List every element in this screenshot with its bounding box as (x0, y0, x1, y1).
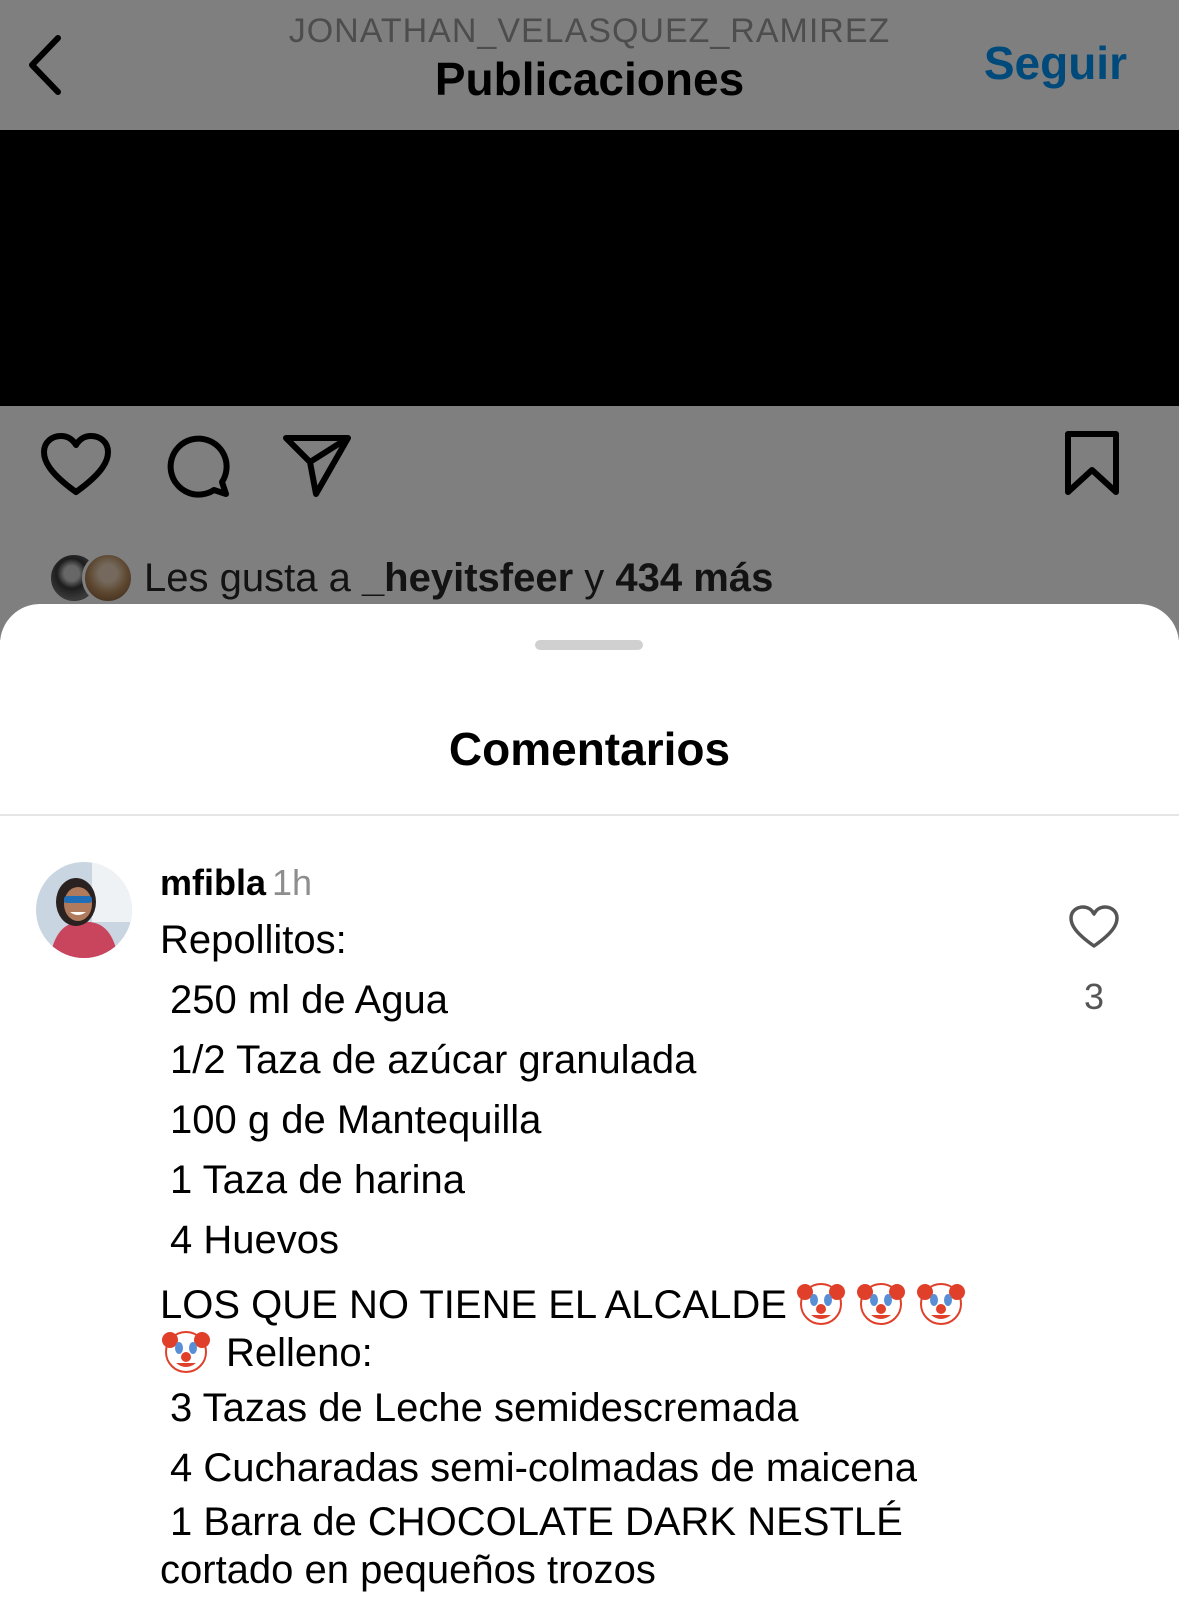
sheet-grabber[interactable] (535, 640, 643, 650)
comment-line-text: LOS QUE NO TIENE EL ALCALDE (160, 1283, 787, 1327)
comment-line: 1 Barra de CHOCOLATE DARK NESTLÉ cortado… (160, 1500, 903, 1592)
comment-line: 4 Huevos (170, 1218, 339, 1262)
avatar[interactable] (36, 862, 132, 958)
clown-emoji (162, 1331, 210, 1373)
comment-header: mfibla 1h (160, 862, 312, 904)
comment-username[interactable]: mfibla (160, 862, 266, 903)
modal-overlay[interactable] (0, 0, 1179, 640)
comment-line-text: Relleno: (226, 1331, 373, 1375)
clown-emoji (916, 1283, 965, 1325)
comments-sheet: Comentarios mfibla 1h Repollitos: 250 ml … (0, 604, 1179, 1616)
clown-emoji (796, 1283, 845, 1325)
comment-like-count: 3 (1083, 976, 1105, 1017)
avatar-image (36, 862, 132, 958)
comment-line: 4 Cucharadas semi-colmadas de maicena (170, 1446, 918, 1490)
comment-time: 1h (272, 862, 313, 903)
comment-line: 100 g de Mantequilla (170, 1098, 542, 1142)
comment-line: Relleno: (160, 1324, 1000, 1375)
comment-line: LOS QUE NO TIENE EL ALCALDE (160, 1276, 1000, 1327)
sheet-title: Comentarios (448, 723, 731, 775)
comment-line: Repollitos: (160, 918, 347, 962)
comment-line: 250 ml de Agua (170, 978, 448, 1022)
comment-like-icon[interactable] (1068, 904, 1120, 950)
post-view: JONATHAN_VELASQUEZ_RAMIREZ Publicaciones… (0, 0, 1179, 640)
comment-line: 1 Taza de harina (170, 1158, 466, 1202)
divider (0, 814, 1179, 816)
comment-line: 3 Tazas de Leche semidescremada (170, 1386, 799, 1430)
comment-text: Repollitos: 250 ml de Agua 1/2 Taza de a… (160, 910, 1000, 1594)
clown-emoji (856, 1283, 905, 1325)
comment-line: 1/2 Taza de azúcar granulada (170, 1038, 697, 1082)
